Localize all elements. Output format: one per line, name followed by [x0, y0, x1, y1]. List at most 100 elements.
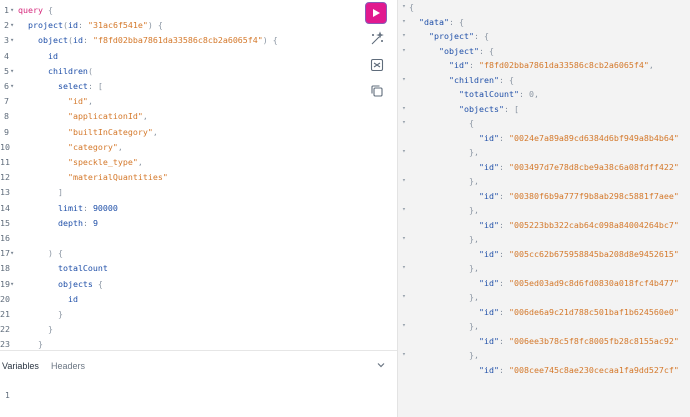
code-token: ) { — [147, 20, 163, 31]
fold-toggle-icon[interactable]: ▾ — [402, 292, 408, 300]
json-token: }, — [469, 350, 479, 360]
code-token: } — [18, 339, 43, 350]
fold-toggle-icon[interactable]: ▾ — [10, 63, 17, 79]
json-token: "id" — [479, 335, 499, 346]
line-number: 11 — [0, 157, 10, 167]
fold-toggle-icon[interactable]: ▾ — [402, 118, 408, 126]
code-token: : — [82, 35, 93, 46]
fold-toggle-icon[interactable]: ▾ — [402, 31, 408, 39]
response-line: "id": "003497d7e78d8cbe9a38c6a08fdff422" — [479, 160, 679, 174]
response-line: "objects": [ — [459, 102, 519, 116]
response-line: }, — [469, 290, 479, 304]
code-text: "speckle_type", — [18, 154, 143, 170]
json-token: "006de6a9c21d788c501baf1b624560e0" — [508, 306, 679, 317]
code-token: id — [18, 293, 78, 304]
fold-toggle-icon[interactable]: ▾ — [402, 46, 408, 54]
fold-toggle-icon[interactable]: ▾ — [402, 205, 408, 213]
json-token: "003497d7e78d8cbe9a38c6a08fdff422" — [508, 161, 679, 172]
json-token: "008cee745c8ae230cecaa1fa9dd527cf" — [508, 364, 679, 375]
fold-toggle-icon[interactable]: ▾ — [402, 234, 408, 242]
prettify-button[interactable] — [369, 31, 385, 47]
json-token: , — [648, 60, 654, 70]
line-number: 13 — [0, 187, 10, 198]
code-token: limit — [18, 202, 83, 213]
code-token: "f8fd02bba7861da33586c8cb2a6065f4" — [92, 35, 263, 46]
response-line: }, — [469, 319, 479, 333]
line-number: 14 — [0, 202, 10, 213]
json-token: : — [518, 89, 529, 99]
fold-toggle-icon[interactable]: ▾ — [402, 176, 408, 184]
json-token: "children" — [449, 74, 499, 85]
fold-toggle-icon[interactable]: ▾ — [402, 2, 408, 10]
fold-toggle-icon[interactable]: ▾ — [402, 350, 408, 358]
response-line: }, — [469, 261, 479, 275]
code-text: select: [ — [18, 78, 103, 94]
merge-fragments-button[interactable] — [369, 57, 385, 73]
json-token: : — [498, 219, 509, 230]
line-number: 4 — [4, 50, 9, 61]
copy-icon — [371, 85, 383, 97]
fold-toggle-icon[interactable]: ▾ — [402, 104, 408, 112]
code-token: "materialQuantities" — [18, 172, 168, 183]
fold-toggle-icon[interactable]: ▾ — [402, 263, 408, 271]
merge-fragments-icon — [370, 58, 384, 72]
json-token: "006ee3b78c5f8fc8005fb28c8155ac92" — [508, 335, 679, 346]
toggle-variables-button[interactable] — [376, 360, 386, 372]
line-number: 10 — [0, 141, 10, 152]
line-number: 20 — [0, 293, 10, 304]
line-number: 15 — [0, 217, 10, 228]
json-token: "id" — [479, 364, 499, 375]
code-text: } — [18, 306, 63, 322]
fold-toggle-icon[interactable]: ▾ — [402, 75, 408, 83]
line-number: 1 — [4, 5, 9, 15]
code-token: ) { — [262, 35, 278, 46]
code-token: object — [18, 35, 68, 46]
json-token: }, — [469, 263, 479, 273]
fold-toggle-icon[interactable]: ▾ — [10, 245, 17, 261]
run-query-button[interactable] — [365, 2, 387, 24]
fold-toggle-icon[interactable]: ▾ — [10, 17, 17, 33]
json-token: : — [498, 277, 509, 288]
json-token: "id" — [479, 219, 499, 230]
code-token: "speckle_type" — [18, 157, 138, 167]
fold-toggle-icon[interactable]: ▾ — [10, 78, 17, 94]
code-text: limit: 90000 — [18, 200, 118, 216]
code-token: depth — [18, 217, 83, 228]
fold-toggle-icon[interactable]: ▾ — [10, 2, 17, 18]
tab-headers[interactable]: Headers — [51, 361, 85, 371]
code-token: id — [72, 35, 83, 46]
json-token: "005223bb322cab64c098a84004264bc7" — [508, 219, 679, 230]
json-token: : — [498, 248, 509, 259]
line-number: 17 — [0, 248, 10, 259]
response-line: "id": "008cee745c8ae230cecaa1fa9dd527cf" — [479, 363, 679, 377]
fold-toggle-icon[interactable]: ▾ — [10, 276, 17, 292]
code-token: id — [18, 50, 58, 61]
line-number: 22 — [0, 324, 10, 335]
variables-editor[interactable] — [0, 382, 397, 417]
editor-toolbar — [362, 0, 397, 350]
tab-variables[interactable]: Variables — [2, 361, 39, 371]
code-token: ] — [18, 187, 63, 198]
line-number: 12 — [0, 172, 10, 183]
fold-toggle-icon[interactable]: ▾ — [10, 32, 17, 48]
fold-toggle-icon[interactable]: ▾ — [402, 147, 408, 155]
response-line: "data": { — [419, 15, 464, 29]
query-editor[interactable]: 1 ▾ query {2 ▾ project(id: "31ac6f541e") {3… — [0, 0, 362, 380]
json-token: : — [468, 60, 479, 70]
code-token: 9 — [92, 217, 98, 228]
json-token: "f8fd02bba7861da33586c8cb2a6065f4" — [478, 60, 649, 70]
response-line: "id": "006ee3b78c5f8fc8005fb28c8155ac92" — [479, 334, 679, 348]
code-token: , — [87, 96, 93, 107]
response-line: }, — [469, 145, 479, 159]
fold-toggle-icon[interactable]: ▾ — [402, 17, 408, 25]
code-text: query { — [18, 2, 53, 18]
json-token: "id" — [479, 190, 499, 201]
line-number: 5 — [4, 65, 9, 76]
json-token: "id" — [449, 60, 469, 70]
code-text: ] — [18, 184, 63, 200]
code-token: select — [18, 81, 88, 91]
fold-toggle-icon[interactable]: ▾ — [402, 321, 408, 329]
json-token: "id" — [479, 277, 499, 288]
response-line: }, — [469, 232, 479, 246]
copy-query-button[interactable] — [369, 83, 385, 99]
